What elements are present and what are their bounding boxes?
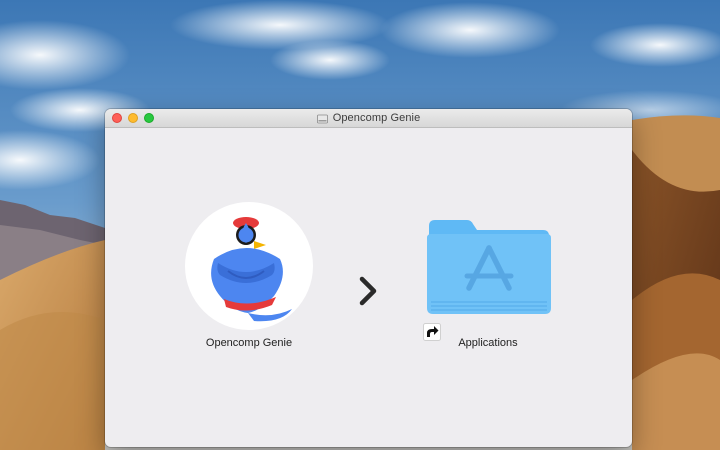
disk-image-icon: [316, 114, 328, 123]
chevron-right-icon: [359, 276, 377, 306]
title-group: Opencomp Genie: [105, 109, 632, 127]
genie-app-icon[interactable]: [184, 201, 314, 331]
applications-folder-icon[interactable]: [423, 212, 553, 322]
window-content: Opencomp Genie Applications: [105, 128, 632, 447]
app-label: Opencomp Genie: [205, 337, 293, 349]
installer-window: Opencomp Genie Opencomp Genie Applicatio…: [105, 109, 632, 447]
title-bar[interactable]: Opencomp Genie: [105, 109, 632, 128]
applications-label: Applications: [458, 337, 518, 349]
window-title: Opencomp Genie: [332, 112, 421, 124]
desktop: Opencomp Genie Opencomp Genie Applicatio…: [0, 0, 720, 450]
app-item[interactable]: [184, 201, 314, 351]
applications-folder[interactable]: [423, 212, 553, 332]
